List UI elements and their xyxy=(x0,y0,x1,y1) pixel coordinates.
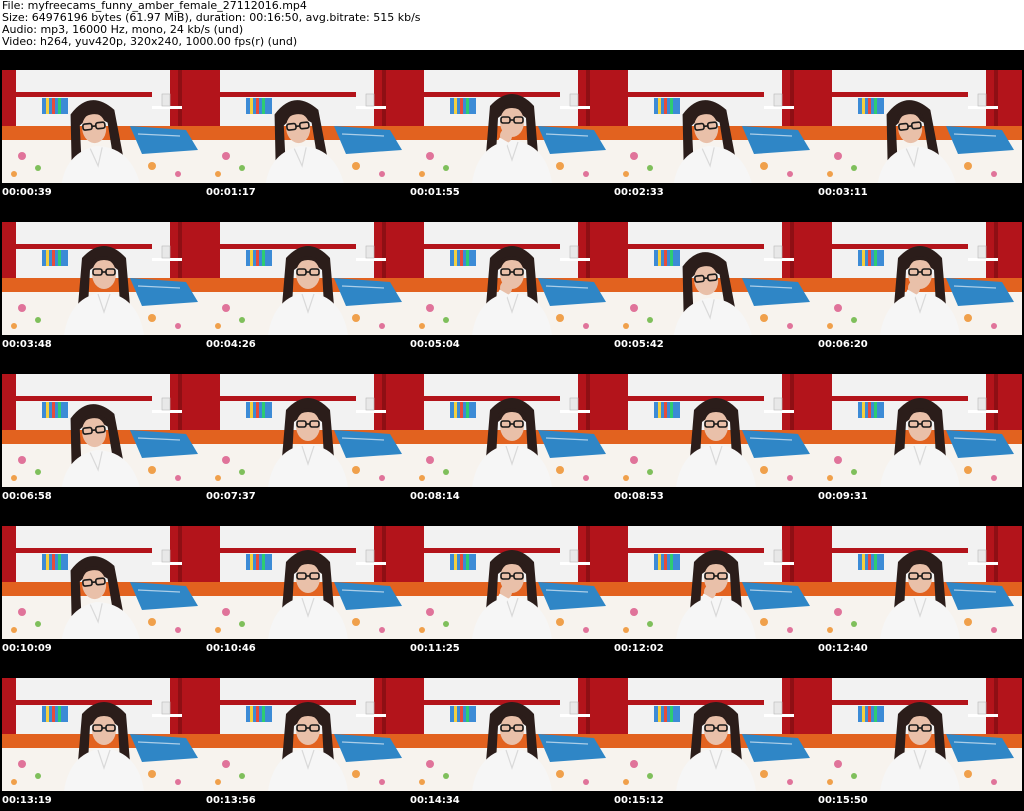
thumbnail-cell: 00:12:40 xyxy=(818,506,1022,658)
thumbnail-timestamp: 00:01:55 xyxy=(410,187,460,198)
thumbnail-image xyxy=(2,678,206,791)
thumbnail-cell: 00:02:33 xyxy=(614,50,818,202)
thumbnail-image xyxy=(614,678,818,791)
thumbnail-timestamp: 00:07:37 xyxy=(206,491,256,502)
thumbnail-image xyxy=(206,222,410,335)
thumbnail-cell: 00:13:19 xyxy=(2,658,206,810)
thumbnail-timestamp: 00:13:19 xyxy=(2,795,52,806)
thumbnail-cell: 00:13:56 xyxy=(206,658,410,810)
thumbnail-timestamp: 00:03:48 xyxy=(2,339,52,350)
thumbnail-image xyxy=(2,374,206,487)
thumbnail-timestamp: 00:06:20 xyxy=(818,339,868,350)
thumbnail-timestamp: 00:02:33 xyxy=(614,187,664,198)
thumbnail-cell: 00:10:46 xyxy=(206,506,410,658)
thumbnail-image xyxy=(818,70,1022,183)
thumbnail-image xyxy=(818,526,1022,639)
thumbnail-image xyxy=(410,374,614,487)
thumbnail-sheet: 00:00:39 00:01:17 00:01:55 00:02:33 00:03:11… xyxy=(0,50,1024,811)
thumbnail-timestamp: 00:10:46 xyxy=(206,643,256,654)
thumbnail-image xyxy=(410,70,614,183)
thumbnail-cell: 00:11:25 xyxy=(410,506,614,658)
thumbnail-image xyxy=(818,222,1022,335)
thumbnail-cell: 00:05:04 xyxy=(410,202,614,354)
thumbnail-timestamp: 00:03:11 xyxy=(818,187,868,198)
thumbnail-image xyxy=(2,222,206,335)
thumbnail-cell: 00:01:17 xyxy=(206,50,410,202)
thumbnail-cell: 00:15:50 xyxy=(818,658,1022,810)
thumbnail-cell: 00:03:48 xyxy=(2,202,206,354)
thumbnail-timestamp: 00:14:34 xyxy=(410,795,460,806)
thumbnail-timestamp: 00:05:42 xyxy=(614,339,664,350)
thumbnail-timestamp: 00:15:50 xyxy=(818,795,868,806)
thumbnail-cell: 00:08:14 xyxy=(410,354,614,506)
thumbnail-timestamp: 00:11:25 xyxy=(410,643,460,654)
thumbnail-image xyxy=(2,526,206,639)
thumbnail-cell: 00:10:09 xyxy=(2,506,206,658)
thumbnail-cell: 00:08:53 xyxy=(614,354,818,506)
thumbnail-timestamp: 00:06:58 xyxy=(2,491,52,502)
thumbnail-image xyxy=(614,222,818,335)
thumbnail-image xyxy=(818,374,1022,487)
thumbnail-timestamp: 00:05:04 xyxy=(410,339,460,350)
thumbnail-image xyxy=(818,678,1022,791)
thumbnail-image xyxy=(614,374,818,487)
thumbnail-image xyxy=(410,526,614,639)
thumbnail-timestamp: 00:15:12 xyxy=(614,795,664,806)
thumbnail-image xyxy=(614,70,818,183)
thumbnail-cell: 00:00:39 xyxy=(2,50,206,202)
thumbnail-image xyxy=(614,526,818,639)
thumbnail-cell: 00:03:11 xyxy=(818,50,1022,202)
thumbnail-cell: 00:12:02 xyxy=(614,506,818,658)
file-info-header: File: myfreecams_funny_amber_female_2711… xyxy=(0,0,1024,50)
thumbnail-timestamp: 00:10:09 xyxy=(2,643,52,654)
thumbnail-timestamp: 00:09:31 xyxy=(818,491,868,502)
thumbnail-image xyxy=(206,70,410,183)
thumbnail-image xyxy=(410,222,614,335)
thumbnail-image xyxy=(206,374,410,487)
thumbnail-cell: 00:09:31 xyxy=(818,354,1022,506)
thumbnail-timestamp: 00:12:40 xyxy=(818,643,868,654)
thumbnail-image xyxy=(206,526,410,639)
thumbnail-timestamp: 00:01:17 xyxy=(206,187,256,198)
thumbnail-cell: 00:01:55 xyxy=(410,50,614,202)
thumbnail-cell: 00:14:34 xyxy=(410,658,614,810)
thumbnail-timestamp: 00:04:26 xyxy=(206,339,256,350)
thumbnail-timestamp: 00:12:02 xyxy=(614,643,664,654)
thumbnail-timestamp: 00:08:53 xyxy=(614,491,664,502)
thumbnail-cell: 00:06:58 xyxy=(2,354,206,506)
thumbnail-image xyxy=(410,678,614,791)
thumbnail-cell: 00:07:37 xyxy=(206,354,410,506)
thumbnail-image xyxy=(2,70,206,183)
thumbnail-cell: 00:06:20 xyxy=(818,202,1022,354)
thumbnail-cell: 00:15:12 xyxy=(614,658,818,810)
thumbnail-cell: 00:05:42 xyxy=(614,202,818,354)
thumbnail-timestamp: 00:13:56 xyxy=(206,795,256,806)
thumbnail-timestamp: 00:00:39 xyxy=(2,187,52,198)
video-line: Video: h264, yuv420p, 320x240, 1000.00 f… xyxy=(2,35,298,48)
thumbnail-timestamp: 00:08:14 xyxy=(410,491,460,502)
thumbnail-cell: 00:04:26 xyxy=(206,202,410,354)
thumbnail-image xyxy=(206,678,410,791)
